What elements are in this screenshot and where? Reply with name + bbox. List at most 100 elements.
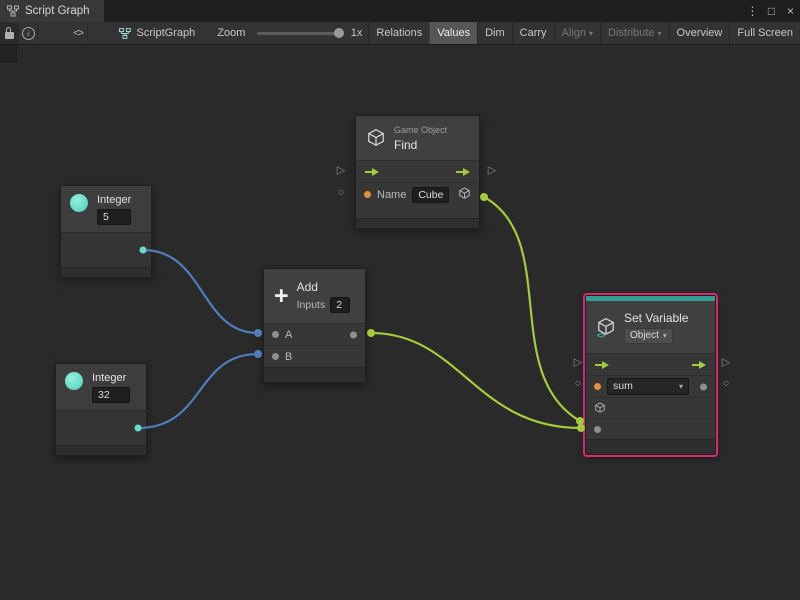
integer-value-input[interactable]: 32 [92, 387, 130, 403]
port-label: Name [377, 189, 406, 201]
edge-endpoint [576, 417, 584, 425]
zoom-slider[interactable] [257, 32, 338, 35]
object-target-port[interactable] [594, 402, 606, 414]
edge-endpoint [577, 424, 585, 432]
node-title: Integer [97, 194, 131, 206]
set-variable-object-row [586, 397, 715, 418]
chevron-down-icon: ▾ [658, 29, 662, 38]
node-title: Find [394, 138, 447, 152]
node-find[interactable]: Game Object Find Name Cube [355, 115, 480, 229]
edge-endpoint [480, 193, 488, 201]
distribute-button[interactable]: Distribute▾ [600, 22, 668, 44]
flow-out-arrow-icon[interactable] [455, 167, 471, 177]
edge-find-to-setvariable[interactable] [484, 197, 580, 421]
set-variable-flow-in-port[interactable]: ▷ [574, 358, 582, 369]
value-output-port[interactable] [700, 383, 707, 390]
set-variable-value-in-port[interactable]: ○ [575, 379, 582, 390]
add-header: + Add Inputs2 [264, 269, 365, 323]
port-label: B [285, 351, 292, 363]
lock-button[interactable] [0, 22, 19, 44]
edge-endpoint [254, 329, 262, 337]
name-value-input[interactable]: Cube [412, 187, 449, 203]
set-variable-icon: <> [596, 317, 616, 337]
set-variable-flow-out-port[interactable]: ▷ [722, 358, 730, 369]
integer-output-row [56, 410, 146, 445]
node-footer [356, 218, 479, 228]
node-footer [264, 367, 365, 382]
node-set-variable[interactable]: <> Set Variable Object▾ sum▾ [585, 295, 716, 455]
canvas-corner-toggle[interactable] [0, 45, 17, 62]
flow-in-arrow-icon[interactable] [594, 360, 610, 370]
carry-button[interactable]: Carry [512, 22, 554, 44]
dim-button[interactable]: Dim [477, 22, 512, 44]
flow-out-arrow-icon[interactable] [691, 360, 707, 370]
find-flow-in-port[interactable]: ▷ [337, 166, 345, 177]
code-icon: <> [597, 331, 604, 340]
overview-button[interactable]: Overview [669, 22, 730, 44]
chevron-down-icon: ▾ [663, 329, 667, 343]
node-footer [61, 267, 151, 277]
set-variable-name-row: sum▾ [586, 375, 715, 397]
edge-endpoint [254, 350, 262, 358]
align-button[interactable]: Align▾ [554, 22, 600, 44]
input-b-port[interactable] [272, 353, 279, 360]
info-button[interactable]: i [19, 22, 38, 44]
tab-script-graph[interactable]: Script Graph [0, 0, 104, 22]
script-graph-asset-icon [119, 27, 131, 40]
find-flow-row [356, 160, 479, 182]
add-row-a: A [264, 323, 365, 345]
set-variable-header: <> Set Variable Object▾ [586, 301, 715, 353]
name-input-port[interactable] [364, 191, 371, 198]
integer-output-row [61, 232, 151, 267]
zoom-label: Zoom [217, 27, 245, 39]
variable-name-port[interactable] [594, 383, 601, 390]
variable-name-dropdown[interactable]: sum▾ [607, 378, 689, 395]
edit-graph-button[interactable]: <> [69, 22, 88, 44]
graph-name-label[interactable]: ScriptGraph [137, 27, 196, 39]
zoom-slider-handle[interactable] [334, 28, 344, 38]
input-a-port[interactable] [272, 331, 279, 338]
integer-header: Integer 32 [56, 364, 146, 410]
variable-scope-dropdown[interactable]: Object▾ [624, 328, 673, 344]
game-object-output-port[interactable] [458, 187, 471, 203]
relations-button[interactable]: Relations [368, 22, 429, 44]
set-variable-value-row [586, 418, 715, 439]
edge-add-to-setvariable[interactable] [371, 333, 581, 428]
code-icon: <> [73, 28, 83, 39]
node-category: Game Object [394, 125, 447, 135]
find-header: Game Object Find [356, 116, 479, 160]
set-variable-value-out-port[interactable]: ○ [723, 379, 730, 390]
find-flow-out-port[interactable]: ▷ [488, 166, 496, 177]
port-label: A [285, 329, 292, 341]
integer-header: Integer 5 [61, 186, 151, 232]
integer-value-input[interactable]: 5 [97, 209, 131, 225]
lock-icon [5, 32, 14, 39]
edge-integer32-to-add-b[interactable] [138, 354, 258, 428]
script-graph-window: Script Graph ⋮ □ × i <> ScriptGraph Zoom… [0, 0, 800, 600]
graph-canvas[interactable]: Integer 5 Integer 32 [0, 45, 800, 600]
node-add[interactable]: + Add Inputs2 A B [263, 268, 366, 383]
edge-integer5-to-add-a[interactable] [143, 250, 258, 333]
close-icon[interactable]: × [781, 4, 800, 18]
sum-output-port[interactable] [350, 331, 357, 338]
find-name-row: Name Cube [356, 182, 479, 206]
inputs-label: Inputs [297, 299, 326, 311]
value-input-port[interactable] [594, 426, 601, 433]
maximize-icon[interactable]: □ [762, 4, 781, 18]
node-footer [56, 445, 146, 455]
node-spacer [356, 206, 479, 218]
game-object-cube-icon [366, 128, 386, 148]
chevron-down-icon: ▾ [679, 379, 683, 394]
inputs-count-input[interactable]: 2 [330, 297, 350, 313]
add-icon: + [274, 287, 289, 305]
node-integer-2[interactable]: Integer 32 [55, 363, 147, 456]
graph-icon [7, 5, 19, 17]
values-button[interactable]: Values [429, 22, 477, 44]
node-title: Set Variable [624, 311, 688, 325]
flow-in-arrow-icon[interactable] [364, 167, 380, 177]
find-name-in-port[interactable]: ○ [338, 188, 345, 199]
window-menu-icon[interactable]: ⋮ [743, 4, 762, 18]
edge-endpoint [367, 329, 375, 337]
full-screen-button[interactable]: Full Screen [729, 22, 800, 44]
node-integer-1[interactable]: Integer 5 [60, 185, 152, 278]
